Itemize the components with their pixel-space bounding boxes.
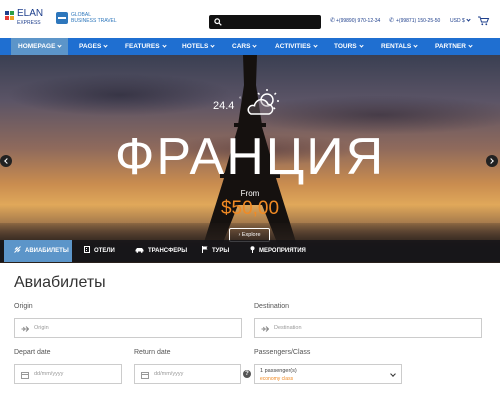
destination-label: Destination xyxy=(254,303,290,310)
hero-price: $50,00 xyxy=(220,198,280,219)
cart-icon[interactable] xyxy=(478,16,490,26)
slider-prev-button[interactable] xyxy=(0,155,12,167)
origin-placeholder: Origin xyxy=(34,325,49,331)
chevron-down-icon xyxy=(103,43,108,48)
car-icon xyxy=(135,248,144,253)
origin-label: Origin xyxy=(14,303,33,310)
passengers-label: Passengers/Class xyxy=(254,349,311,356)
logo-subtitle: EXPRESS xyxy=(17,20,41,26)
nav-item-tours[interactable]: Tours xyxy=(334,38,364,55)
nav-item-hotels[interactable]: Hotels xyxy=(182,38,215,55)
plane-icon xyxy=(14,246,21,253)
weather-degree: ° xyxy=(239,97,242,103)
weather-cloud-sun-icon xyxy=(247,89,279,115)
chevron-down-icon xyxy=(413,43,418,48)
chevron-down-icon xyxy=(161,43,167,48)
help-icon[interactable]: ? xyxy=(243,370,251,378)
logo-name[interactable]: ELAN xyxy=(17,9,43,19)
plane-icon xyxy=(21,326,29,332)
form-title: Авиабилеты xyxy=(14,274,106,291)
depart-date-placeholder: dd/mm/yyyy xyxy=(34,371,64,377)
nav-item-homepage[interactable]: Homepage xyxy=(11,38,69,55)
building-icon xyxy=(84,246,90,253)
passengers-select[interactable]: 1 passenger(s) economy class xyxy=(254,364,402,384)
chevron-down-icon xyxy=(57,43,63,48)
search-tabs: АВИАБИЛЕТЫ ОТЕЛИ ТРАНСФЕРЫ ТУРЫ МЕРОПРИЯ… xyxy=(0,240,500,262)
nav-item-activities[interactable]: Activities xyxy=(275,38,318,55)
weather-temperature: 24.4 xyxy=(213,100,235,112)
currency-select[interactable]: USD $ xyxy=(450,17,471,24)
nav-item-features[interactable]: Features xyxy=(125,38,167,55)
depart-date-input[interactable]: dd/mm/yyyy xyxy=(14,364,122,384)
tab-events[interactable]: МЕРОПРИЯТИЯ xyxy=(250,240,306,262)
return-date-label: Return date xyxy=(134,349,171,356)
nav-item-cars[interactable]: Cars xyxy=(232,38,258,55)
return-date-placeholder: dd/mm/yyyy xyxy=(154,371,184,377)
phone-number-2[interactable]: +(99871) 150-25-50 xyxy=(396,18,440,24)
nav-item-partner[interactable]: Partner xyxy=(435,38,473,55)
tab-flights[interactable]: АВИАБИЛЕТЫ xyxy=(4,240,72,262)
nav-item-pages[interactable]: Pages xyxy=(79,38,108,55)
chevron-down-icon xyxy=(390,371,396,377)
phone-icon: ✆ xyxy=(330,18,336,24)
destination-placeholder: Destination xyxy=(274,325,302,331)
amex-logo-icon xyxy=(56,12,68,24)
tab-tours[interactable]: ТУРЫ xyxy=(202,240,229,262)
pin-icon xyxy=(250,246,255,253)
plane-icon xyxy=(261,326,269,332)
page: ELAN EXPRESS GLOBAL BUSINESS TRAVEL ✆ +(… xyxy=(0,0,500,400)
depart-date-label: Depart date xyxy=(14,349,51,356)
main-nav: Homepage Pages Features Hotels Cars Acti… xyxy=(0,38,500,55)
return-date-input[interactable]: dd/mm/yyyy xyxy=(134,364,241,384)
passengers-value: 1 passenger(s) xyxy=(260,368,297,374)
partner-line-2: BUSINESS TRAVEL xyxy=(71,18,117,24)
calendar-icon xyxy=(21,372,29,379)
price-from-label: From xyxy=(240,189,260,198)
tab-transfers[interactable]: ТРАНСФЕРЫ xyxy=(135,240,187,262)
chevron-down-icon xyxy=(252,43,258,48)
destination-input[interactable]: Destination xyxy=(254,318,482,338)
phone-icon: ✆ xyxy=(389,18,395,24)
search-input[interactable] xyxy=(209,15,321,29)
slider-next-button[interactable] xyxy=(486,155,498,167)
passenger-class-value: economy class xyxy=(260,376,294,382)
flag-icon xyxy=(202,246,208,253)
search-icon[interactable] xyxy=(214,18,222,26)
chevron-down-icon xyxy=(210,43,215,48)
calendar-icon xyxy=(141,372,149,379)
nav-item-rentals[interactable]: Rentals xyxy=(381,38,418,55)
origin-input[interactable]: Origin xyxy=(14,318,242,338)
hero-title: ФРАНЦИЯ xyxy=(114,128,386,186)
logo-icon[interactable] xyxy=(5,11,14,20)
chevron-down-icon xyxy=(359,43,364,48)
currency-label: USD $ xyxy=(450,18,465,24)
tab-hotels[interactable]: ОТЕЛИ xyxy=(84,240,115,262)
phone-number-1[interactable]: +(99890) 970-12-34 xyxy=(336,18,380,24)
top-bar: ELAN EXPRESS GLOBAL BUSINESS TRAVEL ✆ +(… xyxy=(0,0,500,38)
chevron-down-icon xyxy=(313,43,318,48)
hero-banner: 24.4 ° ФРАНЦИЯ From $50,00 › Explore АВИ… xyxy=(0,55,500,263)
chevron-down-icon xyxy=(468,43,473,48)
